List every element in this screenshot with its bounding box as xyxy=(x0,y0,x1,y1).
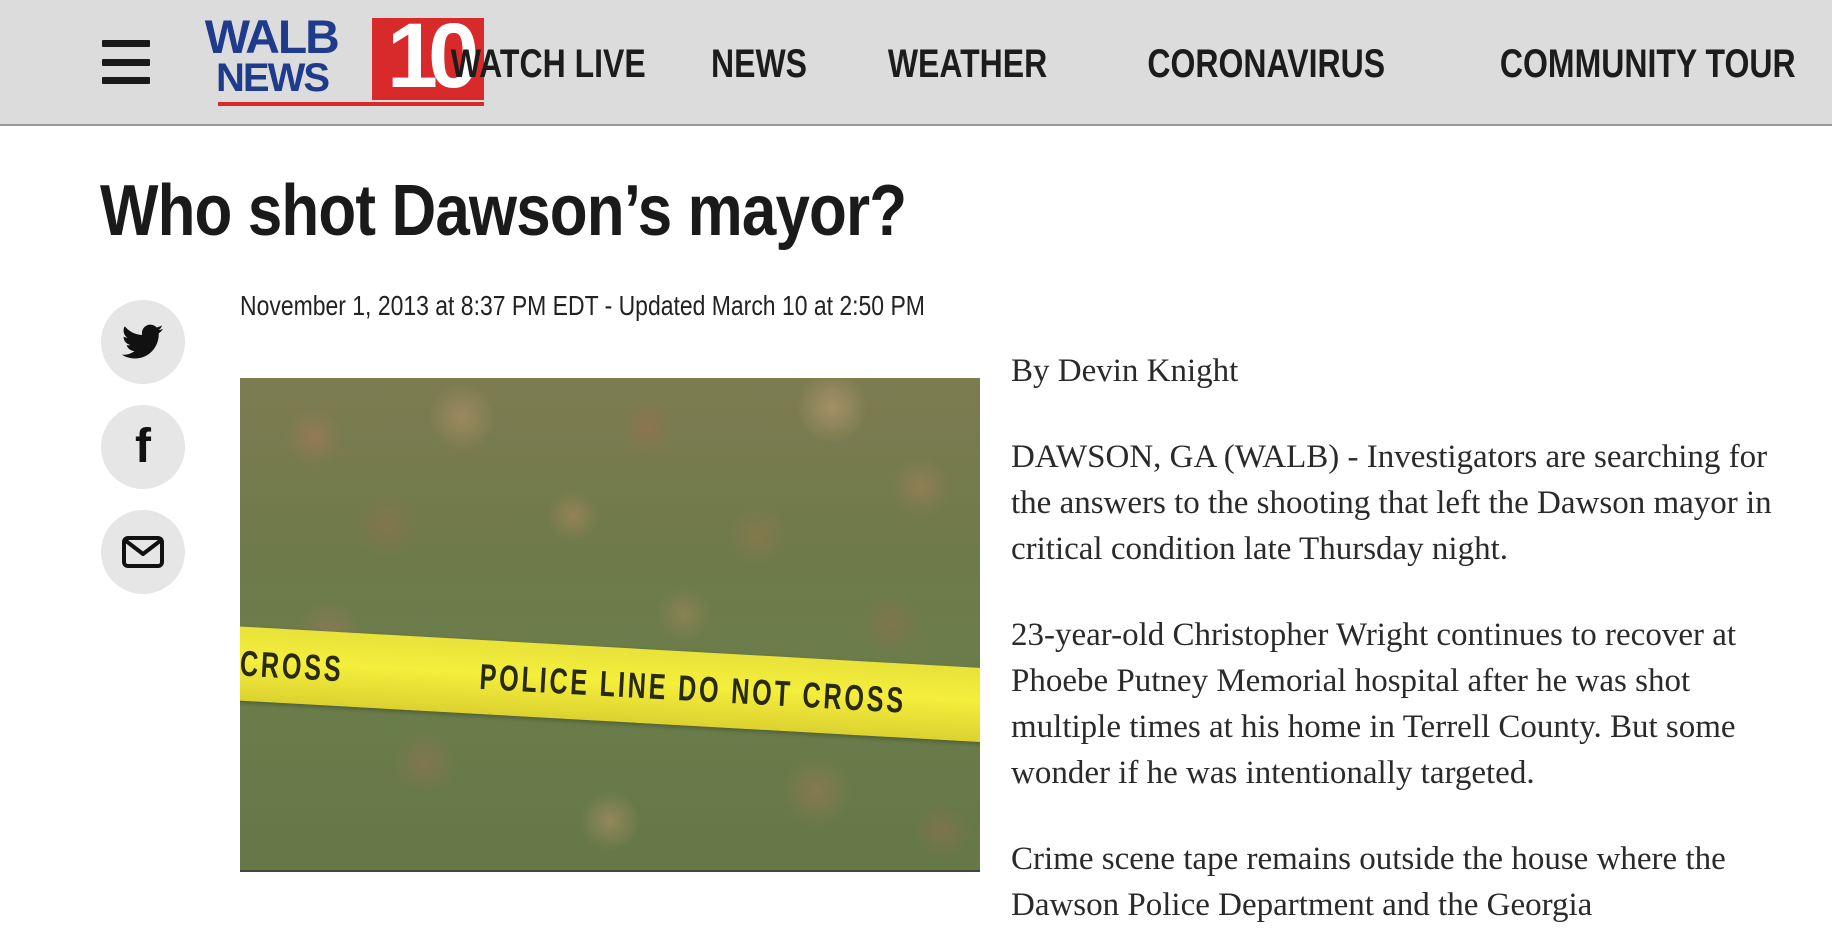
tape-text-left: CROSS xyxy=(240,642,345,690)
nav-coronavirus[interactable]: CORONAVIRUS xyxy=(1148,40,1386,88)
nav-community-tour[interactable]: COMMUNITY TOUR xyxy=(1500,40,1796,88)
logo-text-walb: WALB xyxy=(204,10,340,63)
site-header: WALB NEWS 10 WATCH LIVE NEWS WEATHER COR… xyxy=(0,0,1832,126)
article-headline: Who shot Dawson’s mayor? xyxy=(100,171,907,251)
facebook-icon: f xyxy=(135,420,151,473)
share-twitter-button[interactable] xyxy=(101,300,185,384)
article-dateline: November 1, 2013 at 8:37 PM EDT - Update… xyxy=(240,290,925,321)
article-paragraph: 23-year-old Christopher Wright continues… xyxy=(1011,617,1737,791)
share-email-button[interactable] xyxy=(101,510,185,594)
article-body: By Devin Knight DAWSON, GA (WALB) - Inve… xyxy=(1011,348,1801,940)
nav-weather[interactable]: WEATHER xyxy=(888,40,1047,88)
article-byline: By Devin Knight xyxy=(1011,353,1239,389)
menu-icon[interactable] xyxy=(102,40,150,84)
share-facebook-button[interactable]: f xyxy=(101,405,185,489)
main-nav: WATCH LIVE NEWS WEATHER CORONAVIRUS COMM… xyxy=(402,40,1796,88)
nav-watch-live[interactable]: WATCH LIVE xyxy=(451,40,646,88)
logo-text-news: NEWS xyxy=(216,56,330,100)
police-tape: CROSS POLICE LINE DO NOT CROSS xyxy=(240,626,980,744)
tape-text-main: POLICE LINE DO NOT CROSS xyxy=(478,655,908,721)
twitter-icon xyxy=(122,324,164,359)
article-paragraph: DAWSON, GA (WALB) - Investigators are se… xyxy=(1011,439,1772,567)
nav-news[interactable]: NEWS xyxy=(711,40,807,88)
article-photo-crime-scene-tape: CROSS POLICE LINE DO NOT CROSS xyxy=(240,378,980,872)
article-paragraph: Crime scene tape remains outside the hou… xyxy=(1011,841,1726,923)
email-icon xyxy=(122,536,164,568)
